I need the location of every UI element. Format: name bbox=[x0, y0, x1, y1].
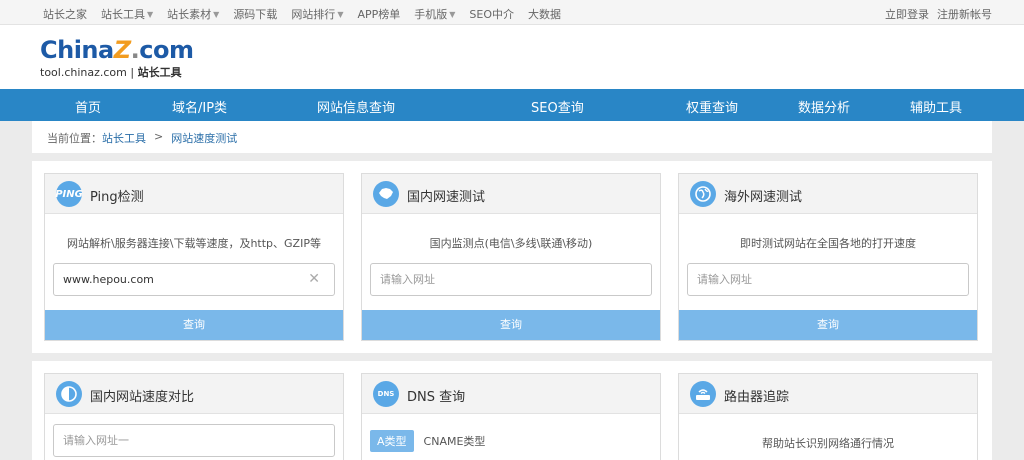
card-header: 路由器追踪 bbox=[679, 374, 977, 414]
card-header: PING Ping检测 bbox=[45, 174, 343, 214]
top-nav-ranking[interactable]: 网站排行 ▼ bbox=[291, 6, 343, 22]
url-input-one[interactable]: 请输入网址一 bbox=[53, 424, 335, 457]
dns-type-tabs: A类型 CNAME类型 bbox=[370, 430, 485, 452]
account-links: 立即登录 注册新帐号 bbox=[877, 6, 992, 22]
query-button[interactable]: 查询 bbox=[362, 310, 660, 340]
card-title[interactable]: DNS 查询 bbox=[407, 386, 465, 405]
breadcrumb-current[interactable]: 网站速度测试 bbox=[171, 130, 237, 146]
nav-item-home[interactable]: 首页 bbox=[75, 97, 101, 116]
url-input-value: www.hepou.com bbox=[63, 273, 154, 286]
main-nav: 首页 域名/IP类 网站信息查询 SEO查询 权重查询 数据分析 辅助工具 bbox=[0, 89, 1024, 121]
url-input-placeholder: 请输入网址一 bbox=[63, 434, 129, 447]
card-title[interactable]: Ping检测 bbox=[90, 186, 144, 205]
ping-icon-text: PING bbox=[55, 188, 83, 200]
logo-domain: tool.chinaz.com bbox=[40, 66, 127, 79]
logo-divider: | bbox=[126, 66, 138, 79]
domestic-speed-card: 国内网速测试 国内监测点(电信\多线\联通\移动) 请输入网址 查询 bbox=[361, 173, 661, 341]
dns-icon-text: DNS bbox=[377, 390, 395, 398]
register-link[interactable]: 注册新帐号 bbox=[937, 6, 992, 22]
top-nav-mobile[interactable]: 手机版 ▼ bbox=[414, 6, 455, 22]
logo-text: Z bbox=[113, 36, 131, 64]
top-nav-label: 站长之家 bbox=[43, 8, 87, 21]
top-nav-seo[interactable]: SEO中介 bbox=[469, 6, 514, 22]
url-input[interactable]: 请输入网址 bbox=[687, 263, 969, 296]
card-header: 国内网站速度对比 bbox=[45, 374, 343, 414]
caret-down-icon: ▼ bbox=[337, 9, 344, 19]
header: ChinaZ.com tool.chinaz.com | 站长工具 bbox=[0, 25, 1024, 89]
logo-text: com bbox=[139, 36, 194, 64]
card-description: 即时测试网站在全国各地的打开速度 bbox=[740, 237, 916, 250]
top-nav-label: 手机版 bbox=[414, 8, 448, 21]
router-icon bbox=[690, 381, 716, 407]
logo-tag: 站长工具 bbox=[137, 66, 182, 79]
top-nav-tools[interactable]: 站长工具 ▼ bbox=[101, 6, 153, 22]
logo-wordmark: ChinaZ.com bbox=[40, 36, 194, 64]
card-title[interactable]: 国内网速测试 bbox=[407, 186, 485, 205]
ping-icon: PING bbox=[55, 181, 83, 207]
clear-icon[interactable]: ✕ bbox=[308, 264, 320, 295]
card-header: 海外网速测试 bbox=[679, 174, 977, 214]
nav-item-site-info[interactable]: 网站信息查询 bbox=[317, 97, 395, 116]
top-nav-label: 源码下载 bbox=[233, 8, 278, 21]
top-nav-label: 大数据 bbox=[528, 8, 562, 21]
card-description: 国内监测点(电信\多线\联通\移动) bbox=[429, 237, 593, 250]
url-input-placeholder: 请输入网址 bbox=[697, 273, 752, 286]
half-circle-icon bbox=[56, 381, 82, 407]
query-button[interactable]: 查询 bbox=[679, 310, 977, 340]
card-header: 国内网速测试 bbox=[362, 174, 660, 214]
top-nav-label: 站长工具 bbox=[101, 8, 145, 21]
top-nav: 站长之家 站长工具 ▼ 站长素材 ▼ 源码下载 网站排行 ▼ APP榜单 手机版 ▼ S… bbox=[43, 6, 575, 22]
login-link[interactable]: 立即登录 bbox=[885, 6, 929, 22]
globe-icon bbox=[690, 181, 716, 207]
url-input[interactable]: 请输入网址 bbox=[370, 263, 652, 296]
nav-item-aux-tools[interactable]: 辅助工具 bbox=[910, 97, 962, 116]
nav-item-domain-ip[interactable]: 域名/IP类 bbox=[172, 97, 227, 116]
chinaz-logo[interactable]: ChinaZ.com tool.chinaz.com | 站长工具 bbox=[40, 36, 194, 80]
url-input-placeholder: 请输入网址 bbox=[380, 273, 435, 286]
top-bar: 站长之家 站长工具 ▼ 站长素材 ▼ 源码下载 网站排行 ▼ APP榜单 手机版 ▼ S… bbox=[0, 0, 1024, 25]
dns-icon: DNS bbox=[373, 381, 399, 407]
overseas-speed-card: 海外网速测试 即时测试网站在全国各地的打开速度 请输入网址 查询 bbox=[678, 173, 978, 341]
top-nav-zhanzhangzhijia[interactable]: 站长之家 bbox=[43, 6, 87, 22]
top-nav-source[interactable]: 源码下载 bbox=[233, 6, 277, 22]
breadcrumb-home[interactable]: 站长工具 bbox=[102, 130, 146, 146]
top-nav-label: SEO中介 bbox=[469, 8, 515, 21]
nav-item-weight[interactable]: 权重查询 bbox=[686, 97, 738, 116]
dns-query-card: DNS DNS 查询 A类型 CNAME类型 bbox=[361, 373, 661, 460]
tab-cname-type[interactable]: CNAME类型 bbox=[424, 433, 486, 449]
card-title[interactable]: 海外网速测试 bbox=[724, 186, 802, 205]
nav-item-data-analysis[interactable]: 数据分析 bbox=[798, 97, 850, 116]
url-input[interactable]: www.hepou.com ✕ bbox=[53, 263, 335, 296]
top-nav-bigdata[interactable]: 大数据 bbox=[528, 6, 561, 22]
top-nav-label: 站长素材 bbox=[167, 8, 212, 21]
top-nav-label: APP榜单 bbox=[357, 8, 401, 21]
query-button[interactable]: 查询 bbox=[45, 310, 343, 340]
caret-down-icon: ▼ bbox=[449, 9, 456, 19]
breadcrumb: 当前位置： 站长工具 > 网站速度测试 bbox=[32, 121, 992, 153]
card-description: 帮助站长识别网络通行情况 bbox=[762, 437, 894, 450]
tools-section-1: PING Ping检测 网站解析\服务器连接\下载等速度，及http、GZIP等… bbox=[32, 161, 992, 353]
ping-card: PING Ping检测 网站解析\服务器连接\下载等速度，及http、GZIP等… bbox=[44, 173, 344, 341]
logo-subtitle: tool.chinaz.com | 站长工具 bbox=[40, 64, 193, 80]
tools-section-2: 国内网站速度对比 请输入网址一 DNS DNS 查询 A类型 CNAME类型 路… bbox=[32, 361, 992, 460]
top-nav-materials[interactable]: 站长素材 ▼ bbox=[167, 6, 219, 22]
caret-down-icon: ▼ bbox=[213, 9, 220, 19]
china-map-icon bbox=[373, 181, 399, 207]
breadcrumb-prefix: 当前位置： bbox=[47, 132, 102, 145]
nav-item-seo[interactable]: SEO查询 bbox=[531, 97, 584, 116]
speed-compare-card: 国内网站速度对比 请输入网址一 bbox=[44, 373, 344, 460]
route-trace-card: 路由器追踪 帮助站长识别网络通行情况 bbox=[678, 373, 978, 460]
card-description: 网站解析\服务器连接\下载等速度，及http、GZIP等 bbox=[67, 237, 321, 250]
caret-down-icon: ▼ bbox=[147, 9, 154, 19]
card-title[interactable]: 国内网站速度对比 bbox=[90, 386, 194, 405]
logo-text: . bbox=[130, 36, 140, 64]
logo-text: China bbox=[40, 36, 114, 64]
breadcrumb-separator: > bbox=[154, 130, 164, 143]
card-title[interactable]: 路由器追踪 bbox=[724, 386, 789, 405]
top-nav-label: 网站排行 bbox=[291, 8, 336, 21]
top-nav-app[interactable]: APP榜单 bbox=[357, 6, 400, 22]
tab-a-type[interactable]: A类型 bbox=[370, 430, 414, 452]
card-header: DNS DNS 查询 bbox=[362, 374, 660, 414]
